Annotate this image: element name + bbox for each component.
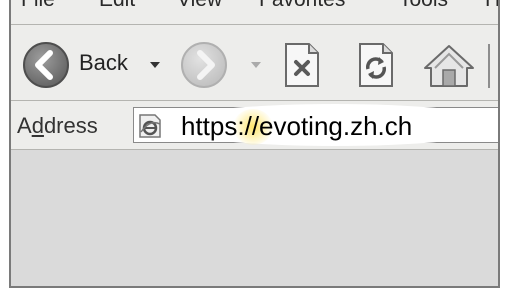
forward-button[interactable] <box>181 42 227 88</box>
refresh-icon <box>359 43 393 87</box>
back-arrow-icon <box>35 50 53 80</box>
stop-button[interactable] <box>283 42 321 88</box>
forward-arrow-icon <box>197 50 215 80</box>
page-content-area <box>11 150 498 288</box>
menu-bar: File Edit View Favorites Tools Help <box>11 0 498 12</box>
menu-tools[interactable]: Tools <box>399 0 448 12</box>
back-button[interactable] <box>23 42 69 88</box>
menu-view[interactable]: View <box>177 0 222 12</box>
back-label[interactable]: Back <box>79 50 128 76</box>
refresh-button[interactable] <box>357 42 395 88</box>
menu-divider <box>11 24 498 25</box>
ie-page-icon <box>139 114 161 138</box>
home-icon <box>424 45 474 87</box>
browser-window: File Edit View Favorites Tools Help Back <box>9 0 500 288</box>
forward-history-dropdown[interactable] <box>251 62 261 68</box>
address-bar: Address https://evoting.zh.ch <box>11 101 498 149</box>
menu-help[interactable]: Help <box>485 0 498 12</box>
address-label: Address <box>17 113 98 138</box>
page-icon <box>137 113 163 139</box>
toolbar-separator <box>488 44 490 88</box>
home-button[interactable] <box>421 42 477 88</box>
menu-favorites[interactable]: Favorites <box>259 0 345 12</box>
toolbar: Back <box>11 28 498 100</box>
menu-file[interactable]: File <box>21 0 55 12</box>
address-input[interactable]: https://evoting.zh.ch <box>181 111 412 142</box>
window-bottom-edge <box>11 286 498 288</box>
stop-icon <box>285 43 319 87</box>
back-history-dropdown[interactable] <box>150 62 160 68</box>
menu-edit[interactable]: Edit <box>99 0 135 12</box>
